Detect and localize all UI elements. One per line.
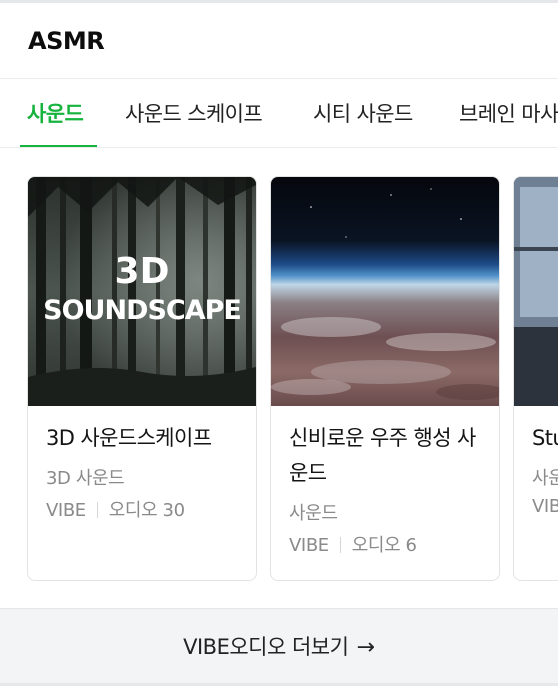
card-subtitle: 3D 사운드: [46, 468, 125, 489]
section-header: ASMR: [0, 3, 558, 79]
card-source: VIBE: [46, 500, 86, 521]
card-meta: VIBE 오디오 6: [289, 531, 417, 557]
meta-divider: [339, 537, 341, 553]
planet-image: [271, 177, 499, 406]
more-button[interactable]: VIBE오디오 더보기 →: [0, 608, 558, 683]
forest-image: 3D SOUNDSCAPE: [28, 177, 256, 406]
card-count: 오디오 30: [108, 500, 185, 521]
card-source: VIBE: [289, 535, 329, 556]
card-subtitle: 사운: [532, 468, 558, 489]
content-card[interactable]: Stu 사운 VIB: [513, 176, 558, 581]
section-title: ASMR: [28, 27, 105, 55]
card-thumbnail: [514, 177, 558, 406]
content-card[interactable]: 3D SOUNDSCAPE 3D 사운드스케이프 3D 사운드 VIBE 오디오 …: [27, 176, 257, 581]
card-count: 오디오 6: [351, 535, 417, 556]
card-title: 신비로운 우주 행성 사운드: [289, 426, 476, 485]
tab-sound[interactable]: 사운드: [27, 100, 84, 128]
meta-divider: [96, 502, 98, 518]
content-carousel: 3D SOUNDSCAPE 3D 사운드스케이프 3D 사운드 VIBE 오디오 …: [0, 176, 558, 582]
arrow-right-icon: →: [356, 635, 375, 660]
card-title: 3D 사운드스케이프: [46, 426, 212, 450]
card-meta: VIBE 오디오 30: [46, 496, 185, 522]
card-source: VIB: [532, 496, 558, 517]
active-tab-indicator: [20, 145, 97, 147]
card-subtitle: 사운드: [289, 503, 338, 524]
card-thumbnail: 3D SOUNDSCAPE: [28, 177, 256, 406]
card-thumbnail: [271, 177, 499, 406]
thumbnail-soundscape-text: SOUNDSCAPE: [43, 295, 241, 326]
card-title: Stu: [532, 426, 558, 450]
card-meta: VIB: [532, 496, 558, 517]
category-tabs: 사운드 사운드 스케이프 시티 사운드 브레인 마사지: [0, 80, 558, 148]
tab-city-sound[interactable]: 시티 사운드: [313, 100, 413, 128]
thumbnail-3d-text: 3D: [115, 251, 170, 292]
studio-image: [514, 177, 558, 406]
tab-brain-massage[interactable]: 브레인 마사지: [459, 100, 558, 128]
tab-soundscape[interactable]: 사운드 스케이프: [125, 100, 263, 128]
content-card[interactable]: 신비로운 우주 행성 사운드 사운드 VIBE 오디오 6: [270, 176, 500, 581]
more-button-label: VIBE오디오 더보기: [183, 635, 349, 659]
